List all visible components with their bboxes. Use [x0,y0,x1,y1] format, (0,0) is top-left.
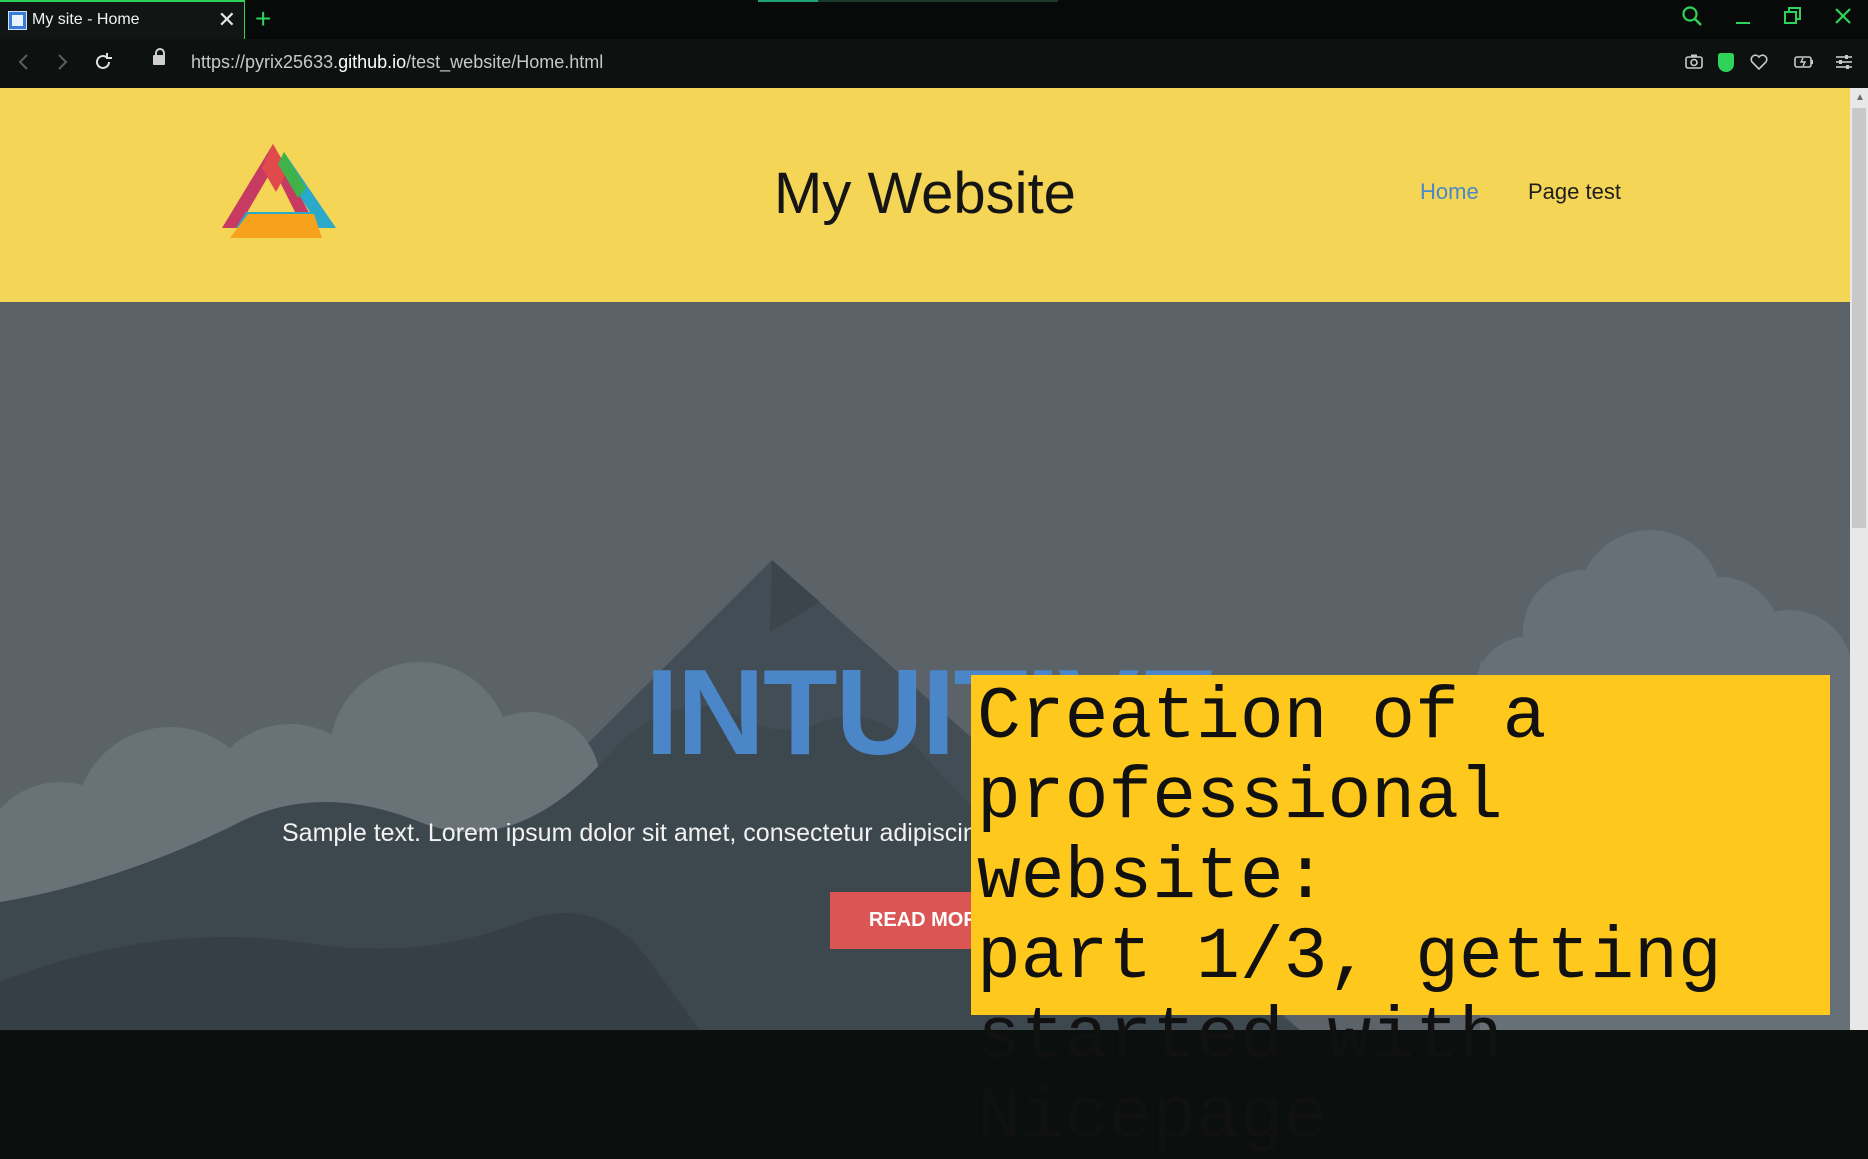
camera-icon[interactable] [1684,51,1704,79]
nav-link-page-test[interactable]: Page test [1528,179,1621,205]
site-favicon-icon [8,11,27,30]
search-icon[interactable] [1680,4,1704,35]
forward-icon[interactable] [52,50,72,80]
minimize-icon[interactable] [1731,4,1755,35]
battery-icon[interactable] [1793,51,1815,79]
close-icon[interactable] [1831,4,1855,35]
caption-overlay: Creation of a professional website: part… [971,675,1830,1158]
browser-tab[interactable]: My site - Home ✕ [0,0,245,39]
url-path: /test_website/Home.html [406,52,604,72]
url-prefix: https://pyrix25633. [191,52,339,72]
scroll-up-icon[interactable]: ▲ [1855,92,1865,103]
url-host: github.io [338,52,407,72]
site-header: My Website Home Page test [0,88,1850,302]
site-logo-icon[interactable] [218,140,338,244]
tab-title: My site - Home [32,11,140,28]
url-field[interactable]: https://pyrix25633.github.io/test_websit… [191,52,603,73]
shield-icon[interactable] [1718,53,1734,72]
heart-icon[interactable] [1749,51,1769,79]
caption-line: Creation of a [977,676,1547,759]
restore-icon[interactable] [1781,4,1805,35]
scrollbar-thumb[interactable] [1852,108,1866,528]
loading-indicator [758,0,1058,2]
caption-line: part 1/3, getting [977,916,1722,999]
caption-line: professional website: [977,756,1503,919]
page-scrollbar[interactable]: ▲ [1850,88,1868,1030]
settings-sliders-icon[interactable] [1834,51,1854,79]
tab-close-icon[interactable]: ✕ [218,7,236,33]
site-title: My Website [774,161,1076,226]
lock-icon[interactable] [153,48,165,65]
browser-titlebar: My site - Home ✕ + [0,0,1868,39]
caption-line: started with Nicepage [977,996,1503,1159]
new-tab-button[interactable]: + [255,3,271,35]
address-bar: https://pyrix25633.github.io/test_websit… [0,39,1868,88]
reload-icon[interactable] [92,50,114,80]
back-icon[interactable] [14,50,34,80]
nav-link-home[interactable]: Home [1420,179,1479,205]
